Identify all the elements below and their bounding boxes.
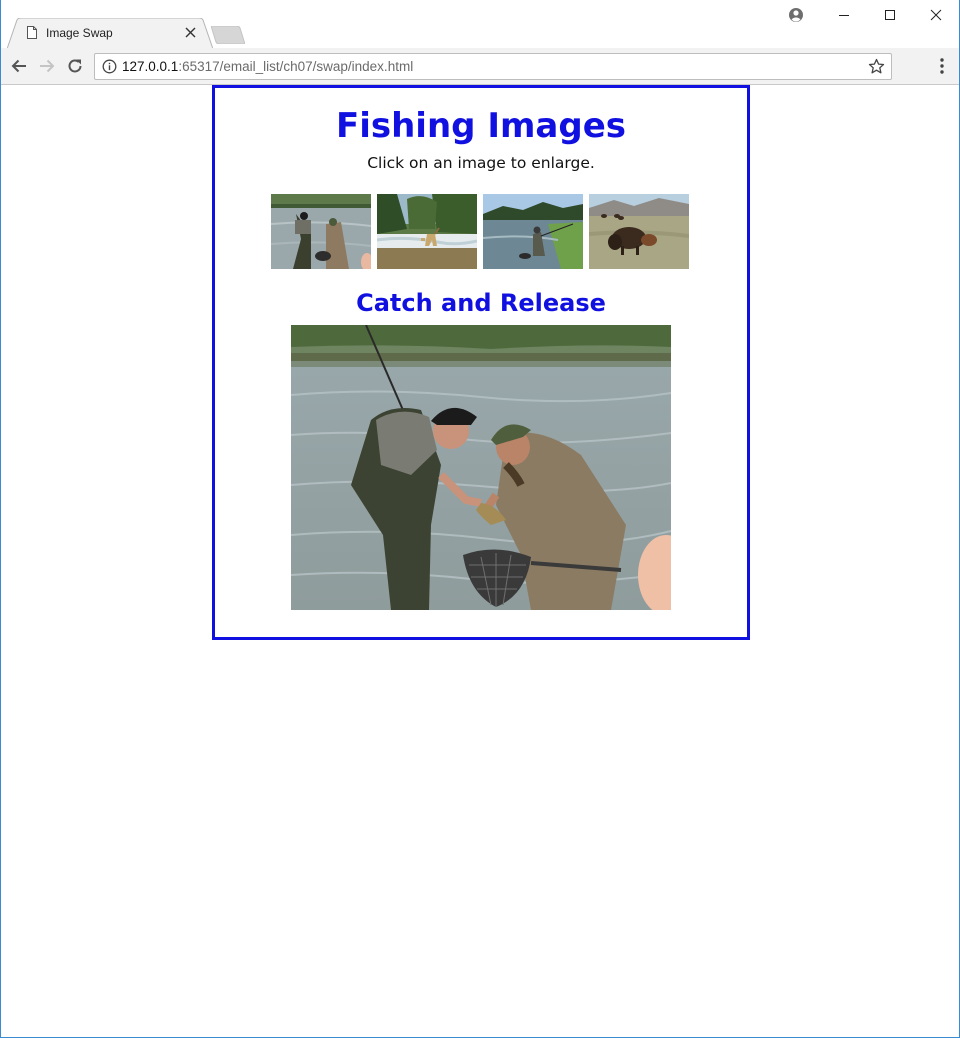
enlarged-image — [291, 325, 671, 610]
back-button[interactable] — [9, 56, 29, 76]
maximize-icon — [885, 10, 895, 20]
thumbnail-river-fishing[interactable] — [483, 194, 583, 269]
title-bar: Image Swap — [1, 0, 959, 49]
instructions: Click on an image to enlarge. — [367, 154, 595, 172]
arrow-right-icon — [40, 59, 55, 73]
browser-toolbar: 127.0.0.1:65317/email_list/ch07/swap/ind… — [1, 48, 959, 85]
close-window-button[interactable] — [913, 0, 959, 30]
page-title: Fishing Images — [335, 106, 626, 146]
thumbnail-deer[interactable] — [377, 194, 477, 269]
close-icon — [930, 9, 942, 21]
arrow-left-icon — [11, 59, 26, 73]
tab-close-icon[interactable] — [184, 26, 197, 39]
page-icon — [27, 26, 37, 39]
url-path: :65317/email_list/ch07/swap/index.html — [178, 59, 414, 74]
url-text[interactable]: 127.0.0.1:65317/email_list/ch07/swap/ind… — [122, 59, 413, 74]
info-icon[interactable] — [102, 59, 117, 74]
forward-button[interactable] — [37, 56, 57, 76]
url-host: 127.0.0.1 — [122, 59, 179, 74]
tab-title: Image Swap — [46, 26, 113, 40]
main-panel: Fishing Images Click on an image to enla… — [212, 85, 750, 640]
kebab-menu-icon[interactable] — [935, 57, 949, 75]
profile-icon[interactable] — [787, 6, 805, 24]
minimize-button[interactable] — [821, 0, 867, 30]
maximize-button[interactable] — [867, 0, 913, 30]
image-caption: Catch and Release — [356, 289, 606, 317]
browser-window: Image Swap 127.0.0.1:65317/email_list/ch… — [0, 0, 960, 1038]
minimize-icon — [839, 15, 849, 16]
reload-button[interactable] — [65, 56, 85, 76]
thumbnail-catch-and-release[interactable] — [271, 194, 371, 269]
reload-icon — [68, 59, 82, 73]
star-icon[interactable] — [868, 58, 885, 75]
address-bar[interactable]: 127.0.0.1:65317/email_list/ch07/swap/ind… — [94, 53, 892, 80]
thumbnail-bison[interactable] — [589, 194, 689, 269]
new-tab-button[interactable] — [211, 26, 245, 44]
thumbnail-list — [271, 194, 689, 269]
